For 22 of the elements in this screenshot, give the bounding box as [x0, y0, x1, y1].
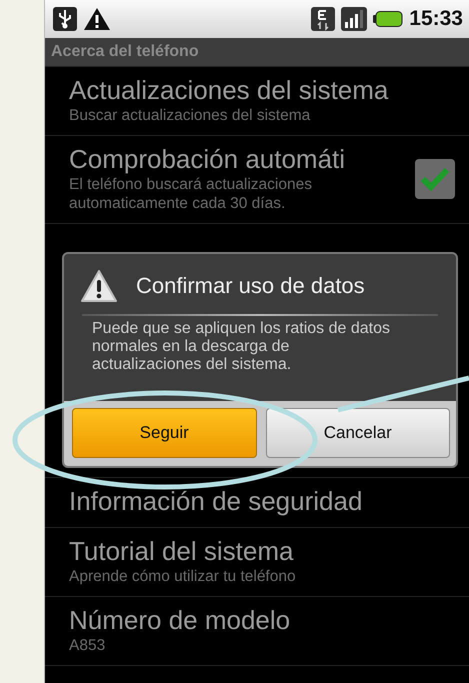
dialog-title: Confirmar uso de datos: [136, 273, 365, 299]
dialog-button[interactable]: Cancelar: [266, 408, 450, 458]
signal-icon: [341, 7, 368, 31]
dialog-message: Puede que se apliquen los ratios de datos normales en la descarga de actualizaciones del sistema.: [92, 320, 390, 374]
setting-title[interactable]: Tutorial del sistema: [69, 536, 455, 567]
setting-title[interactable]: Número de modelo: [69, 605, 455, 636]
setting-summary: El teléfono buscará actualizaciones automaticamente cada 30 días.: [69, 175, 313, 213]
data-network-icon: [311, 7, 336, 31]
warning-icon: [80, 269, 118, 303]
setting-summary: Buscar actualizaciones del sistema: [69, 106, 312, 125]
setting-title[interactable]: Información de seguridad: [69, 486, 455, 517]
setting-summary: Aprende cómo utilizar tu teléfono: [69, 567, 297, 586]
usb-icon: [53, 7, 77, 31]
warning-icon: [83, 7, 111, 31]
clock: 15:33: [409, 7, 463, 31]
battery-icon: [373, 11, 404, 27]
setting-summary: A853: [69, 636, 106, 655]
setting-title[interactable]: Actualizaciones del sistema: [69, 75, 455, 106]
setting-title[interactable]: Comprobación automáti: [69, 144, 409, 175]
screen-title: Acerca del teléfono: [45, 38, 469, 67]
checkbox[interactable]: [415, 158, 455, 198]
dialog-button[interactable]: Seguir: [72, 408, 256, 458]
